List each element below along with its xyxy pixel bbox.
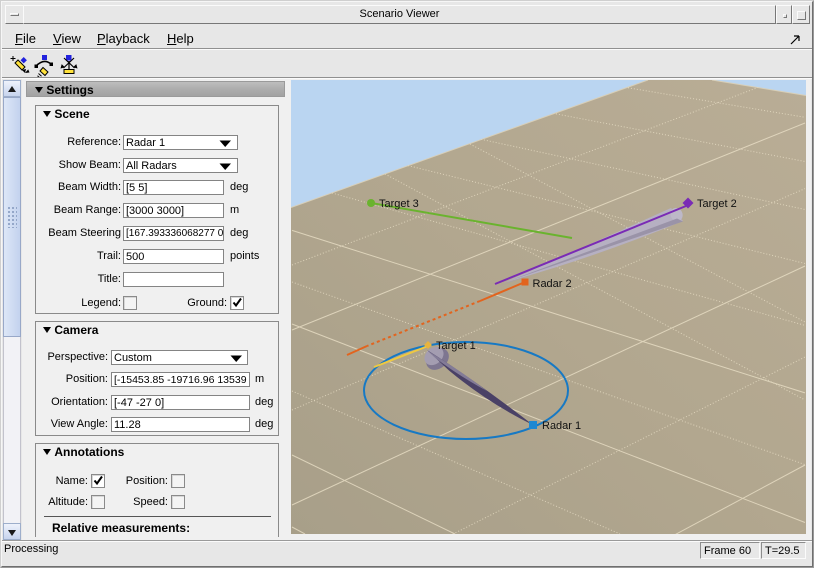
- svg-text:Target 3: Target 3: [379, 198, 419, 210]
- svg-text:Target 1: Target 1: [436, 340, 476, 352]
- svg-text:Radar 1: Radar 1: [542, 420, 581, 432]
- svg-text:Target 2: Target 2: [697, 198, 737, 210]
- svg-text:Radar 2: Radar 2: [533, 278, 572, 290]
